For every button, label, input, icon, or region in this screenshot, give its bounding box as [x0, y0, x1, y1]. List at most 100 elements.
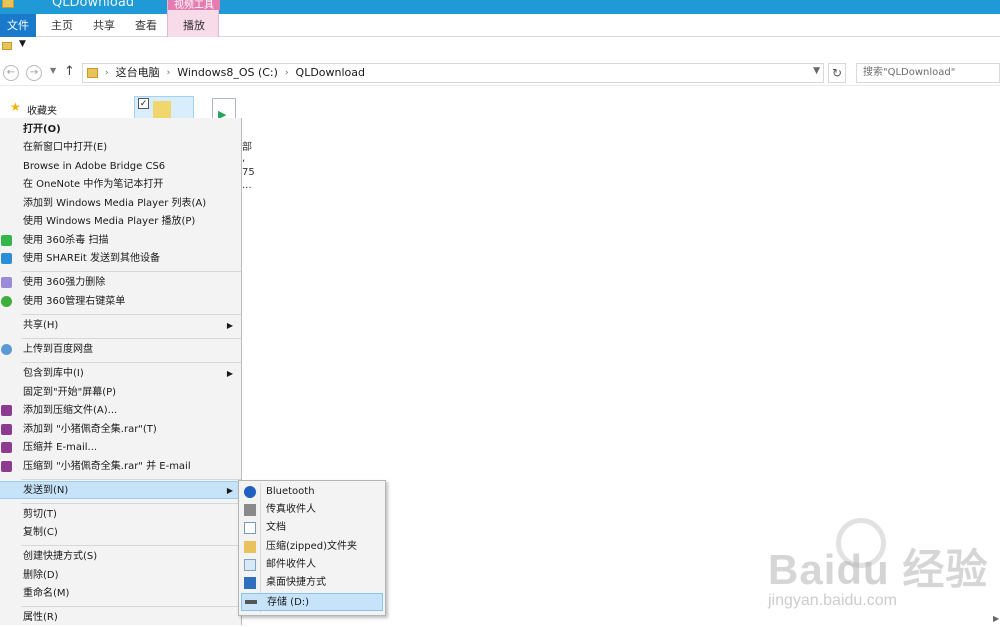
forward-button[interactable]: →: [26, 65, 42, 81]
menu-divider: [21, 479, 241, 480]
menu-item-send-to[interactable]: 发送到(N) ▶: [0, 481, 241, 499]
menu-item-properties[interactable]: 属性(R): [0, 609, 241, 627]
drive-icon: [245, 600, 257, 604]
menu-item-wmp-play[interactable]: 使用 Windows Media Player 播放(P): [0, 213, 241, 231]
watermark-brand: 经验: [902, 546, 989, 593]
contextual-tab-group-label: 视频工具: [168, 0, 220, 11]
tab-play[interactable]: 播放: [168, 14, 220, 37]
breadcrumb-drive-c[interactable]: Windows8_OS (C:): [177, 66, 278, 80]
submenu-arrow-icon: ▶: [226, 369, 233, 378]
breadcrumb-qldownload[interactable]: QLDownload: [296, 66, 365, 80]
menu-item-open[interactable]: 打开(O): [0, 121, 241, 139]
menu-item-onenote[interactable]: 在 OneNote 中作为笔记本打开: [0, 176, 241, 194]
folder-icon: [87, 68, 98, 78]
chevron-down-icon[interactable]: ▼: [19, 39, 26, 49]
submenu-item-drive-d[interactable]: 存储 (D:): [241, 593, 383, 611]
menu-item-include-in-library[interactable]: 包含到库中(I) ▶: [0, 365, 241, 383]
menu-item-create-shortcut[interactable]: 创建快捷方式(S): [0, 548, 241, 566]
winrar-icon: [1, 405, 12, 416]
menu-item-label: 添加到 "小猪佩奇全集.rar"(T): [23, 424, 157, 435]
shareit-icon: [1, 253, 12, 264]
desktop-icon: [244, 577, 256, 589]
address-dropdown-icon[interactable]: ▼: [813, 66, 820, 76]
menu-item-label: 使用 SHAREit 发送到其他设备: [23, 253, 161, 264]
quick-access-toolbar: ▼: [0, 37, 1000, 58]
folder-icon: [2, 0, 14, 8]
folder-icon[interactable]: [2, 42, 12, 50]
breadcrumb: › 这台电脑 › Windows8_OS (C:) › QLDownload: [105, 66, 365, 80]
video-tools-tab-group: 视频工具 播放: [167, 0, 220, 37]
menu-item-wmp-add[interactable]: 添加到 Windows Media Player 列表(A): [0, 195, 241, 213]
checkbox-checked-icon[interactable]: ✓: [138, 98, 149, 109]
submenu-item-label: 邮件收件人: [266, 559, 316, 570]
search-input[interactable]: 搜索"QLDownload": [856, 63, 1000, 83]
bluetooth-icon: [244, 486, 256, 498]
file-name-fragment: 75: [242, 167, 255, 178]
menu-item-label: 压缩到 "小猪佩奇全集.rar" 并 E-mail: [23, 461, 191, 472]
context-menu: 打开(O) 在新窗口中打开(E) Browse in Adobe Bridge …: [0, 118, 242, 625]
tab-view[interactable]: 查看: [128, 14, 164, 37]
menu-item-label: 使用 360管理右键菜单: [23, 296, 126, 307]
breadcrumb-separator-icon: ›: [166, 68, 171, 78]
menu-item-compress-rar-email[interactable]: 压缩到 "小猪佩奇全集.rar" 并 E-mail: [0, 458, 241, 476]
menu-item-open-new-window[interactable]: 在新窗口中打开(E): [0, 139, 241, 157]
menu-item-360-scan[interactable]: 使用 360杀毒 扫描: [0, 232, 241, 250]
address-field[interactable]: › 这台电脑 › Windows8_OS (C:) › QLDownload ▼: [82, 63, 824, 83]
cloud-icon: [1, 344, 12, 355]
menu-item-cut[interactable]: 剪切(T): [0, 506, 241, 524]
tab-share[interactable]: 共享: [86, 14, 122, 37]
menu-divider: [21, 271, 241, 272]
back-button[interactable]: ←: [3, 65, 19, 81]
breadcrumb-this-pc[interactable]: 这台电脑: [116, 66, 160, 80]
submenu-item-desktop[interactable]: 桌面快捷方式: [239, 574, 385, 592]
menu-item-360-force-delete[interactable]: 使用 360强力删除: [0, 274, 241, 292]
submenu-item-mail[interactable]: 邮件收件人: [239, 556, 385, 574]
menu-item-label: 共享(H): [23, 320, 59, 331]
menu-item-delete[interactable]: 删除(D): [0, 567, 241, 585]
nav-item-favorites[interactable]: 收藏夹: [27, 102, 57, 117]
submenu-item-label: 文档: [266, 522, 286, 533]
winrar-icon: [1, 424, 12, 435]
window-title: QLDownload: [52, 0, 135, 10]
submenu-item-label: Bluetooth: [266, 486, 315, 497]
tab-file[interactable]: 文件: [0, 14, 36, 37]
submenu-item-bluetooth[interactable]: Bluetooth: [239, 483, 385, 501]
fax-icon: [244, 504, 256, 516]
menu-divider: [21, 314, 241, 315]
submenu-item-zip[interactable]: 压缩(zipped)文件夹: [239, 538, 385, 556]
file-name-fragment: ...: [242, 180, 252, 191]
menu-divider: [21, 606, 241, 607]
star-icon: ★: [10, 100, 21, 114]
menu-item-pin-to-start[interactable]: 固定到"开始"屏幕(P): [0, 384, 241, 402]
submenu-item-fax[interactable]: 传真收件人: [239, 501, 385, 519]
up-arrow-icon[interactable]: ↑: [64, 64, 75, 79]
documents-icon: [244, 522, 256, 534]
menu-item-adobe-bridge[interactable]: Browse in Adobe Bridge CS6: [0, 158, 241, 176]
menu-item-add-to-rar[interactable]: 添加到 "小猪佩奇全集.rar"(T): [0, 421, 241, 439]
address-toolbar: ← → ▼ ↑ › 这台电脑 › Windows8_OS (C:) › QLDo…: [0, 60, 1000, 86]
send-to-submenu: Bluetooth 传真收件人 文档 压缩(zipped)文件夹 邮件收件人 桌…: [238, 480, 386, 616]
menu-item-copy[interactable]: 复制(C): [0, 524, 241, 542]
menu-item-baidu-upload[interactable]: 上传到百度网盘: [0, 341, 241, 359]
submenu-item-label: 存储 (D:): [267, 597, 310, 608]
watermark-url: jingyan.baidu.com: [768, 592, 897, 609]
menu-item-compress-email[interactable]: 压缩并 E-mail...: [0, 439, 241, 457]
menu-item-shareit[interactable]: 使用 SHAREit 发送到其他设备: [0, 250, 241, 268]
refresh-icon[interactable]: ↻: [828, 63, 846, 83]
menu-item-label: 压缩并 E-mail...: [23, 442, 98, 453]
menu-item-rename[interactable]: 重命名(M): [0, 585, 241, 603]
scroll-right-icon[interactable]: ▶: [993, 614, 999, 623]
tab-home[interactable]: 主页: [44, 14, 80, 37]
watermark: Baidu 经验 jingyan.baidu.com: [768, 518, 1000, 618]
submenu-item-documents[interactable]: 文档: [239, 519, 385, 537]
recent-locations-chevron-icon[interactable]: ▼: [50, 66, 56, 75]
menu-item-add-to-archive[interactable]: 添加到压缩文件(A)...: [0, 402, 241, 420]
menu-item-360-manage-menu[interactable]: 使用 360管理右键菜单: [0, 293, 241, 311]
menu-item-share[interactable]: 共享(H) ▶: [0, 317, 241, 335]
menu-item-label: 使用 360强力删除: [23, 277, 106, 288]
file-name-fragment: ,: [242, 153, 246, 164]
menu-divider: [21, 503, 241, 504]
menu-item-label: 发送到(N): [23, 485, 69, 496]
submenu-item-label: 传真收件人: [266, 504, 316, 515]
breadcrumb-separator-icon: ›: [105, 68, 109, 78]
